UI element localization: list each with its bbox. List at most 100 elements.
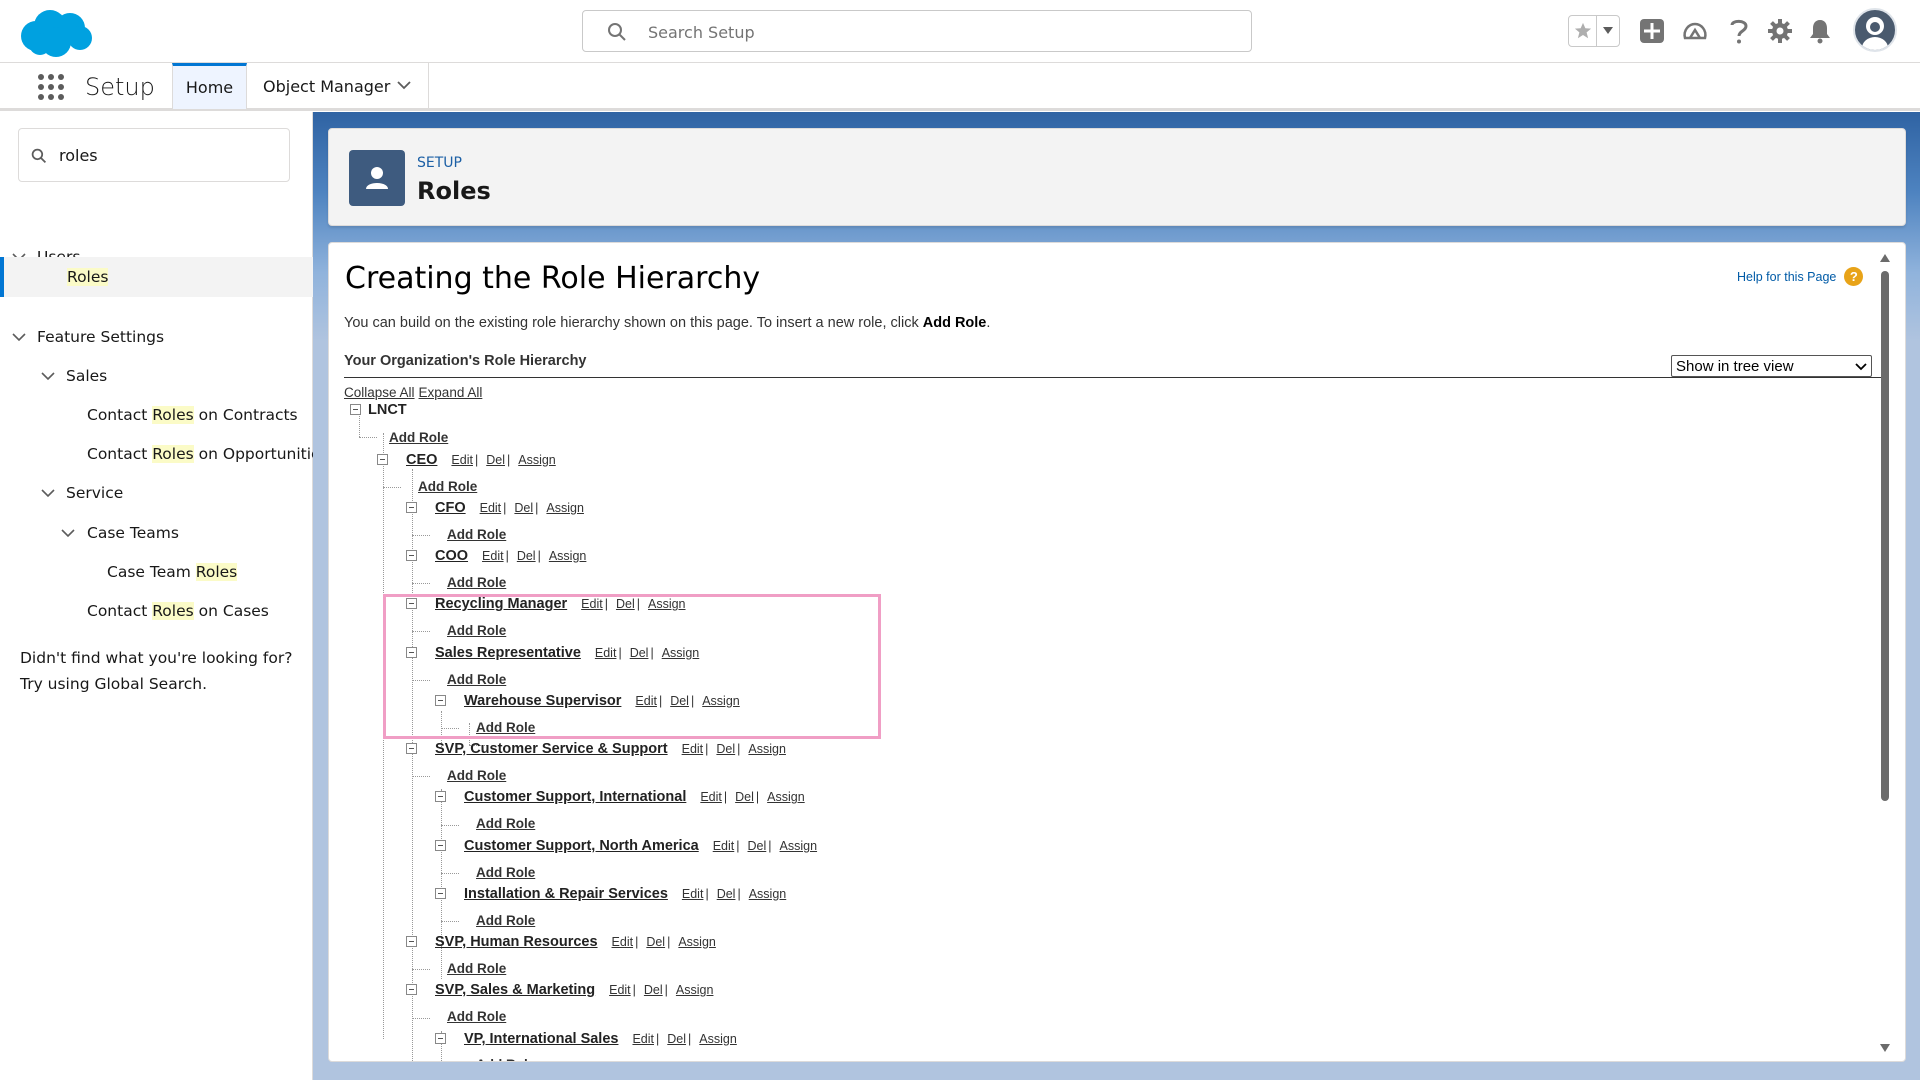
del-link[interactable]: Del xyxy=(717,887,736,901)
add-role-link[interactable]: Add Role xyxy=(447,527,506,542)
help-for-this-page-link[interactable]: Help for this Page ? xyxy=(1737,267,1864,286)
favorites-dropdown-icon[interactable] xyxy=(1597,16,1619,46)
add-role-link[interactable]: Add Role xyxy=(447,768,506,783)
quick-find-value[interactable]: roles xyxy=(59,146,98,165)
content-scrollbar[interactable] xyxy=(1879,253,1891,1053)
add-role-link[interactable]: Add Role xyxy=(447,1009,506,1024)
del-link[interactable]: Del xyxy=(716,742,735,756)
role-name-link[interactable]: Customer Support, International xyxy=(464,789,686,805)
sidebar-item-service[interactable]: Service xyxy=(0,474,313,512)
help-icon[interactable] xyxy=(1722,14,1756,48)
chevron-down-icon[interactable] xyxy=(41,486,55,500)
chevron-down-icon[interactable] xyxy=(61,526,75,540)
edit-link[interactable]: Edit xyxy=(682,887,704,901)
role-name-link[interactable]: Installation & Repair Services xyxy=(464,886,668,902)
collapse-node-icon[interactable] xyxy=(435,888,446,899)
add-role-link[interactable]: Add Role xyxy=(476,865,535,880)
assign-link[interactable]: Assign xyxy=(546,501,584,515)
assign-link[interactable]: Assign xyxy=(699,1032,737,1046)
edit-link[interactable]: Edit xyxy=(682,742,704,756)
favorites-button[interactable] xyxy=(1568,15,1620,47)
collapse-all-link[interactable]: Collapse All xyxy=(344,385,415,400)
scroll-thumb[interactable] xyxy=(1881,271,1889,801)
add-role-link[interactable]: Add Role xyxy=(476,1057,535,1061)
quick-find-input[interactable]: roles xyxy=(18,128,290,182)
sidebar-item-label[interactable]: Case Teams xyxy=(87,524,179,542)
collapse-node-icon[interactable] xyxy=(435,1033,446,1044)
assign-link[interactable]: Assign xyxy=(748,742,786,756)
edit-link[interactable]: Edit xyxy=(482,549,504,563)
del-link[interactable]: Del xyxy=(644,983,663,997)
sidebar-item-case-teams[interactable]: Case Teams xyxy=(0,514,313,552)
edit-link[interactable]: Edit xyxy=(713,839,735,853)
search-placeholder[interactable]: Search Setup xyxy=(648,23,755,42)
collapse-node-icon[interactable] xyxy=(406,550,417,561)
assign-link[interactable]: Assign xyxy=(767,790,805,804)
add-role-link[interactable]: Add Role xyxy=(389,430,448,445)
sidebar-item-label[interactable]: Feature Settings xyxy=(37,328,164,346)
collapse-node-icon[interactable] xyxy=(406,984,417,995)
add-role-link[interactable]: Add Role xyxy=(447,575,506,590)
role-name-link[interactable]: CEO xyxy=(406,452,437,468)
add-role-link[interactable]: Add Role xyxy=(418,479,477,494)
global-actions-plus-icon[interactable] xyxy=(1635,14,1669,48)
sidebar-item-feature-settings[interactable]: Feature Settings xyxy=(0,318,313,356)
tab-home[interactable]: Home xyxy=(172,63,247,109)
sidebar-item-label[interactable]: Contact Roles on Opportunities xyxy=(87,445,329,463)
chevron-down-icon[interactable] xyxy=(1855,360,1867,372)
role-name-link[interactable]: CFO xyxy=(435,500,466,516)
scroll-down-arrow-icon[interactable] xyxy=(1879,1043,1891,1053)
sidebar-item-contact-roles-contracts[interactable]: Contact Roles on Contracts xyxy=(0,396,313,434)
sidebar-item-label[interactable]: Case Team Roles xyxy=(107,563,238,581)
collapse-node-icon[interactable] xyxy=(377,454,388,465)
salesforce-cloud-logo[interactable] xyxy=(18,6,94,58)
edit-link[interactable]: Edit xyxy=(451,453,473,467)
assign-link[interactable]: Assign xyxy=(678,935,716,949)
role-name-link[interactable]: COO xyxy=(435,548,468,564)
chevron-down-icon[interactable] xyxy=(41,369,55,383)
sidebar-item-contact-roles-opportunities[interactable]: Contact Roles on Opportunities xyxy=(0,435,329,473)
del-link[interactable]: Del xyxy=(514,501,533,515)
edit-link[interactable]: Edit xyxy=(612,935,634,949)
sidebar-item-label[interactable]: Roles xyxy=(67,268,109,286)
assign-link[interactable]: Assign xyxy=(749,887,787,901)
edit-link[interactable]: Edit xyxy=(480,501,502,515)
app-launcher-icon[interactable] xyxy=(36,72,64,100)
trailhead-icon[interactable] xyxy=(1678,14,1712,48)
add-role-link[interactable]: Add Role xyxy=(447,961,506,976)
sidebar-item-case-team-roles[interactable]: Case Team Roles xyxy=(0,553,313,591)
user-avatar[interactable] xyxy=(1853,8,1897,52)
collapse-node-icon[interactable] xyxy=(406,502,417,513)
assign-link[interactable]: Assign xyxy=(780,839,818,853)
notifications-bell-icon[interactable] xyxy=(1803,14,1837,48)
help-question-icon[interactable]: ? xyxy=(1844,267,1864,286)
tab-object-manager-label[interactable]: Object Manager xyxy=(263,77,390,96)
sidebar-item-label[interactable]: Service xyxy=(66,484,123,502)
edit-link[interactable]: Edit xyxy=(632,1032,654,1046)
expand-all-link[interactable]: Expand All xyxy=(419,385,483,400)
role-name-link[interactable]: SVP, Customer Service & Support xyxy=(435,741,668,757)
sidebar-item-label[interactable]: Contact Roles on Cases xyxy=(87,602,269,620)
del-link[interactable]: Del xyxy=(517,549,536,563)
gear-icon[interactable] xyxy=(1763,14,1797,48)
chevron-down-icon[interactable] xyxy=(12,330,26,344)
assign-link[interactable]: Assign xyxy=(676,983,714,997)
sidebar-item-contact-roles-cases[interactable]: Contact Roles on Cases xyxy=(0,592,313,630)
role-name-link[interactable]: Customer Support, North America xyxy=(464,838,699,854)
edit-link[interactable]: Edit xyxy=(609,983,631,997)
del-link[interactable]: Del xyxy=(486,453,505,467)
role-name-link[interactable]: VP, International Sales xyxy=(464,1031,618,1047)
tab-object-manager[interactable]: Object Manager xyxy=(247,63,429,109)
view-mode-value[interactable]: Show in tree view xyxy=(1676,358,1794,375)
scroll-up-arrow-icon[interactable] xyxy=(1879,253,1891,263)
sidebar-item-label[interactable]: Sales xyxy=(66,367,107,385)
role-name-link[interactable]: SVP, Human Resources xyxy=(435,934,598,950)
sidebar-item-roles[interactable]: Roles xyxy=(0,257,313,297)
sidebar-item-label[interactable]: Contact Roles on Contracts xyxy=(87,406,298,424)
collapse-node-icon[interactable] xyxy=(406,743,417,754)
collapse-node-icon[interactable] xyxy=(435,840,446,851)
role-name-link[interactable]: SVP, Sales & Marketing xyxy=(435,982,595,998)
setup-search-box[interactable]: Search Setup xyxy=(582,10,1252,52)
del-link[interactable]: Del xyxy=(667,1032,686,1046)
del-link[interactable]: Del xyxy=(646,935,665,949)
